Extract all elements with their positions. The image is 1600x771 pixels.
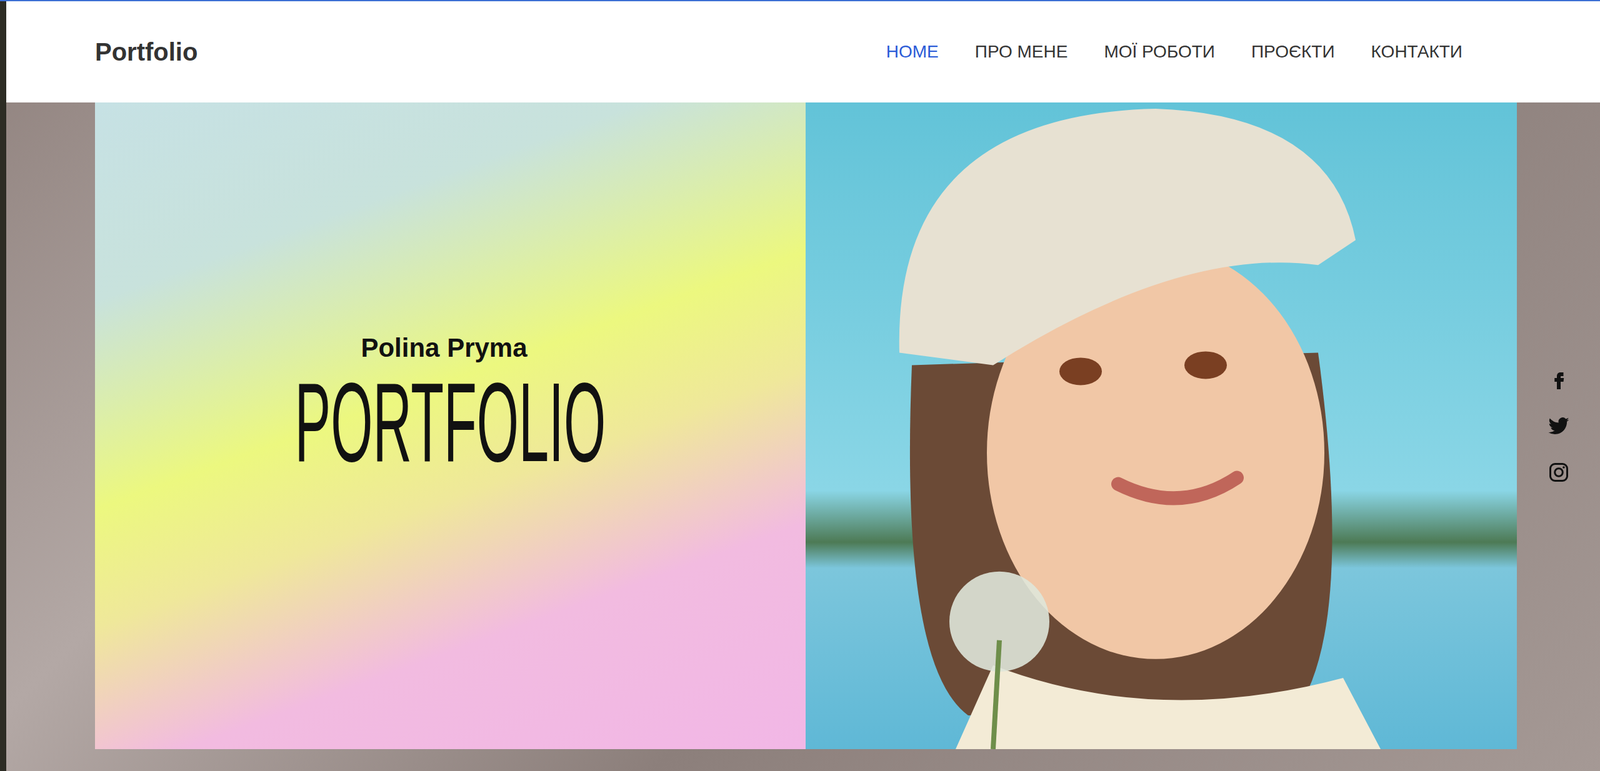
nav-item[interactable]: ПРОЄКТИ (1251, 41, 1335, 62)
social-bar (1547, 368, 1570, 484)
main: Portfolio HOME ПРО МЕНЕ МОЇ РОБОТИ ПРОЄКТИ КО… (6, 1, 1600, 771)
nav-item[interactable]: МОЇ РОБОТИ (1103, 41, 1215, 62)
page: Portfolio HOME ПРО МЕНЕ МОЇ РОБОТИ ПРОЄКТИ КО… (0, 0, 1600, 771)
portrait-image (805, 102, 1517, 750)
portfolio-title: PORTFOLIO (295, 363, 607, 482)
nav: HOME ПРО МЕНЕ МОЇ РОБОТИ ПРОЄКТИ КОНТАКТИ (886, 41, 1463, 62)
nav-item[interactable]: ПРО МЕНЕ (975, 41, 1069, 62)
nav-item[interactable]: КОНТАКТИ (1371, 41, 1463, 62)
instagram-icon[interactable] (1547, 461, 1570, 484)
logo[interactable]: Portfolio (95, 38, 198, 67)
hero: Polina PrymaPORTFOLIO (6, 102, 1600, 750)
bottom-strip (6, 749, 1600, 771)
portrait-illustration-icon (805, 102, 1517, 750)
hero-content: Polina PrymaPORTFOLIO (95, 102, 1517, 750)
title-panel: Polina PrymaPORTFOLIO (95, 102, 806, 750)
facebook-icon[interactable] (1547, 368, 1570, 392)
right-gutter (1516, 102, 1600, 750)
title-wrap: PORTFOLIO (126, 363, 775, 482)
header: Portfolio HOME ПРО МЕНЕ МОЇ РОБОТИ ПРОЄКТИ КО… (6, 1, 1600, 103)
edge-strip (0, 1, 7, 771)
twitter-icon[interactable] (1547, 415, 1570, 438)
author-name: Polina Pryma (360, 333, 527, 364)
left-gutter (6, 102, 95, 750)
nav-item[interactable]: HOME (886, 41, 939, 62)
